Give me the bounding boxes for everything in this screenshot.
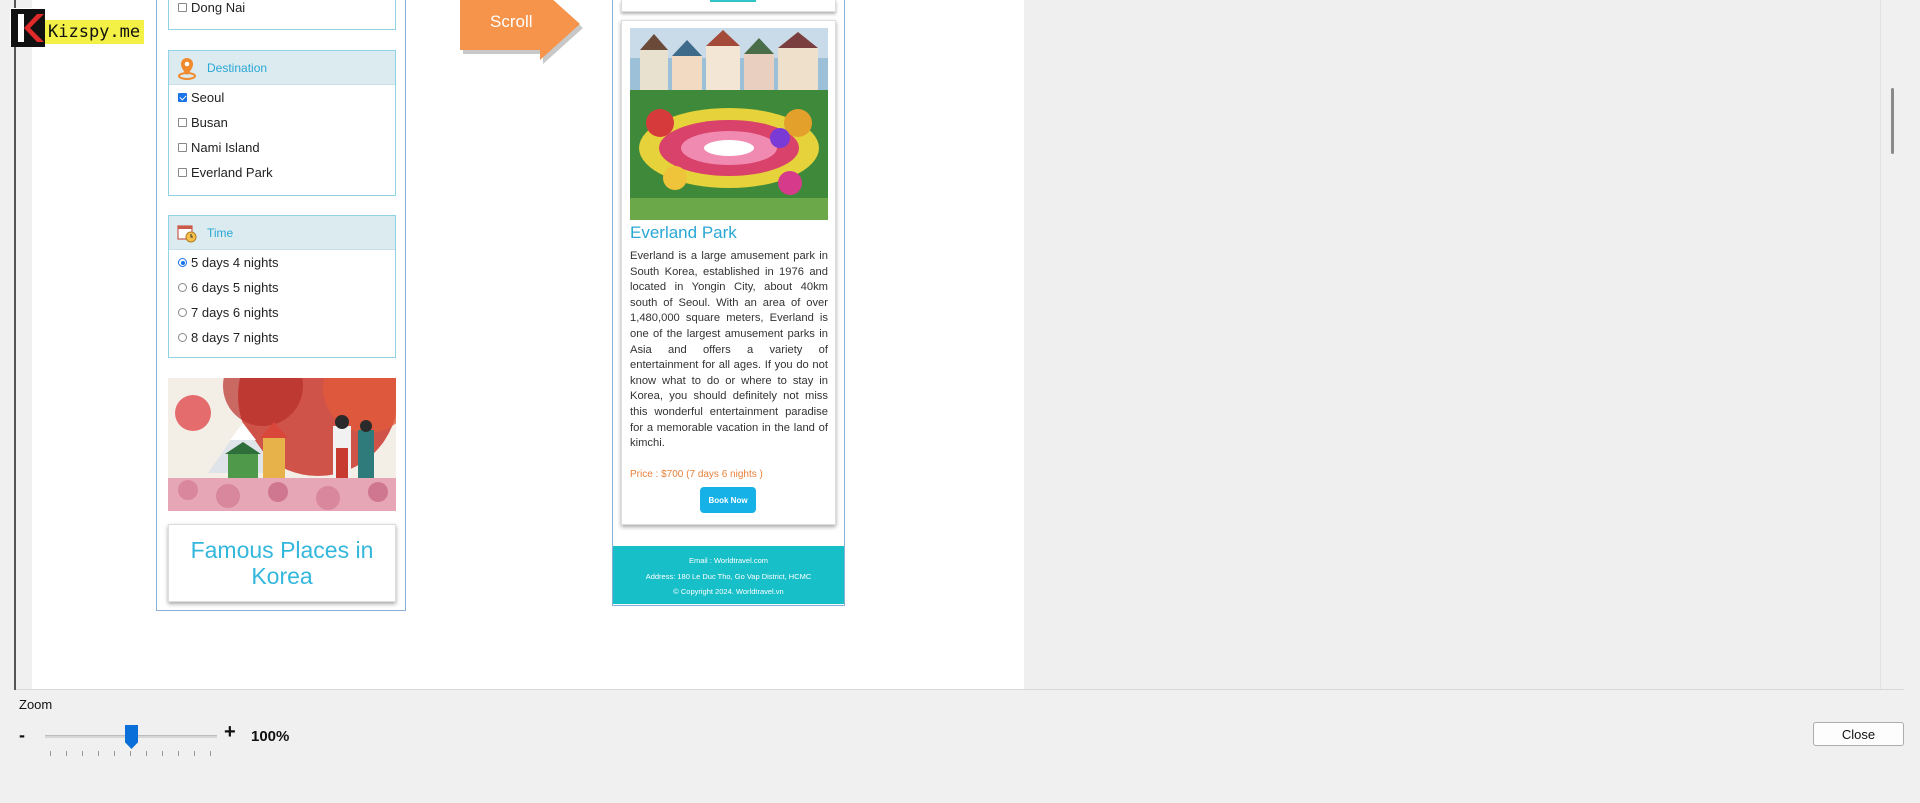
korea-promo-illustration	[168, 378, 396, 511]
destination-checkbox[interactable]	[178, 168, 187, 177]
tour-column: Everland Park Everland is a large amusem…	[612, 0, 845, 606]
tour-card: Everland Park Everland is a large amusem…	[621, 20, 836, 525]
k-logo-icon	[10, 8, 45, 47]
page-footer: Email : Worldtravel.com Address: 180 Le …	[613, 546, 844, 604]
zoom-slider-ticks	[50, 751, 214, 757]
calendar-clock-icon	[177, 224, 197, 242]
previous-card-bottom	[621, 0, 836, 12]
region-option-label: Dong Nai	[191, 0, 246, 15]
watermark-text: Kizspy.me	[44, 20, 145, 44]
vertical-scrollbar-thumb[interactable]	[1891, 88, 1894, 154]
famous-places-banner[interactable]: Famous Places in Korea	[168, 524, 396, 602]
time-option-label: 5 days 4 nights	[191, 255, 279, 270]
zoom-tick	[82, 751, 83, 756]
zoom-tick	[178, 751, 179, 756]
time-filter-header: Time	[169, 216, 395, 250]
time-radio[interactable]	[178, 333, 187, 342]
destination-option[interactable]: Nami Island	[169, 135, 395, 160]
zoom-slider-thumb[interactable]	[125, 725, 138, 749]
destination-checkbox[interactable]	[178, 143, 187, 152]
destination-filter-header: Destination	[169, 51, 395, 85]
zoom-tick	[162, 751, 163, 756]
preview-window: Dong Nai Destination Seoul Busan Nami Isla…	[0, 0, 1920, 803]
time-option[interactable]: 7 days 6 nights	[169, 300, 395, 325]
time-radio[interactable]	[178, 258, 187, 267]
time-option-label: 6 days 5 nights	[191, 280, 279, 295]
filter-sidebar: Dong Nai Destination Seoul Busan Nami Isla…	[156, 0, 406, 611]
zoom-out-button[interactable]: -	[19, 724, 25, 746]
preview-viewport[interactable]: Dong Nai Destination Seoul Busan Nami Isla…	[32, 0, 1024, 690]
zoom-tick	[66, 751, 67, 756]
region-option[interactable]: Dong Nai	[169, 0, 395, 16]
location-pin-icon	[178, 57, 196, 80]
zoom-tick	[50, 751, 51, 756]
zoom-tick	[146, 751, 147, 756]
destination-option[interactable]: Everland Park	[169, 160, 395, 185]
scroll-arrow-graphic: Scroll	[456, 0, 584, 74]
destination-option[interactable]: Seoul	[169, 85, 395, 110]
zoom-value: 100%	[251, 728, 290, 745]
tour-price: Price : $700 (7 days 6 nights )	[630, 469, 763, 480]
zoom-tick	[114, 751, 115, 756]
zoom-tick	[130, 751, 131, 756]
time-options: 5 days 4 nights 6 days 5 nights 7 days 6 n…	[169, 250, 395, 350]
destination-filter-box: Destination Seoul Busan Nami Island Everlan…	[168, 50, 396, 196]
destination-filter-title: Destination	[207, 60, 268, 75]
viewport-divider	[16, 689, 1904, 690]
tour-title: Everland Park	[630, 223, 737, 242]
famous-places-title: Famous Places in Korea	[190, 537, 374, 589]
time-option[interactable]: 6 days 5 nights	[169, 275, 395, 300]
destination-checkbox[interactable]	[178, 93, 187, 102]
destination-options: Seoul Busan Nami Island Everland Park	[169, 85, 395, 185]
region-filter-box: Dong Nai	[168, 0, 396, 30]
time-option-label: 8 days 7 nights	[191, 330, 279, 345]
destination-option-label: Busan	[191, 115, 228, 130]
zoom-tick	[98, 751, 99, 756]
zoom-label: Zoom	[19, 697, 53, 712]
region-checkbox[interactable]	[178, 2, 187, 12]
destination-option-label: Nami Island	[191, 140, 260, 155]
footer-copyright: © Copyright 2024. Worldtravel.vn	[673, 587, 784, 596]
time-option[interactable]: 5 days 4 nights	[169, 250, 395, 275]
time-option[interactable]: 8 days 7 nights	[169, 325, 395, 350]
zoom-tick	[194, 751, 195, 756]
close-button[interactable]: Close	[1813, 722, 1904, 746]
tour-description: Everland is a large amusement park in So…	[630, 250, 828, 450]
window-left-border	[14, 0, 16, 690]
watermark: Kizspy.me	[10, 8, 145, 47]
zoom-in-button[interactable]: +	[224, 721, 236, 743]
scroll-arrow-label: Scroll	[490, 12, 533, 31]
everland-photo	[630, 28, 828, 220]
time-filter-box: Time 5 days 4 nights 6 days 5 nights 7 day…	[168, 215, 396, 358]
time-filter-title: Time	[207, 225, 234, 240]
destination-option[interactable]: Busan	[169, 110, 395, 135]
vertical-scrollbar[interactable]	[1880, 0, 1900, 690]
time-radio[interactable]	[178, 283, 187, 292]
footer-address: Address: 180 Le Duc Tho, Go Vap District…	[645, 571, 812, 581]
preview-empty-area	[1024, 0, 1880, 690]
footer-email: Email : Worldtravel.com	[688, 556, 769, 565]
time-radio[interactable]	[178, 308, 187, 317]
time-option-label: 7 days 6 nights	[191, 305, 279, 320]
destination-option-label: Everland Park	[191, 165, 273, 180]
destination-checkbox[interactable]	[178, 118, 187, 127]
destination-option-label: Seoul	[191, 90, 225, 105]
book-now-button[interactable]: Book Now	[700, 487, 756, 513]
zoom-tick	[210, 751, 211, 756]
